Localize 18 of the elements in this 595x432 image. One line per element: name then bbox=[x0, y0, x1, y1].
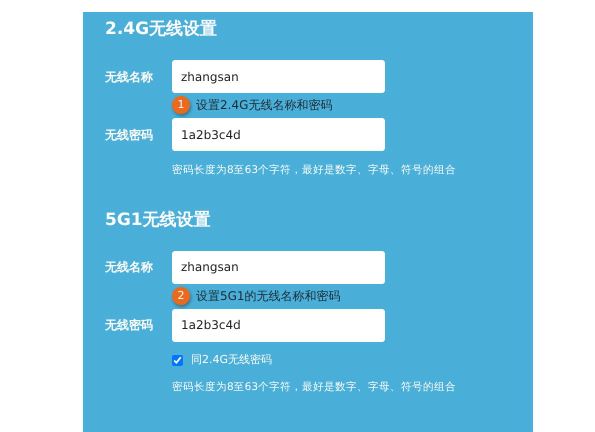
checkbox-label: 同2.4G无线密码 bbox=[191, 352, 272, 368]
field-label: 无线密码 bbox=[105, 126, 154, 144]
step-number-badge: 1 bbox=[172, 96, 190, 114]
hint-text: 密码长度为8至63个字符，最好是数字、字母、符号的组合 bbox=[172, 380, 458, 396]
step-annotation: 设置2.4G无线名称和密码 bbox=[196, 97, 332, 114]
step-annotation: 设置5G1的无线名称和密码 bbox=[196, 288, 341, 305]
section-heading: 2.4G无线设置 bbox=[105, 18, 218, 40]
section-heading: 5G1无线设置 bbox=[105, 208, 212, 231]
step-number-badge: 2 bbox=[172, 286, 190, 305]
input-field[interactable]: zhangsan bbox=[172, 60, 385, 94]
hint-text: 密码长度为8至63个字符，最好是数字、字母、符号的组合 bbox=[172, 163, 458, 178]
input-field[interactable]: 1a2b3c4d bbox=[172, 308, 385, 342]
field-label: 无线名称 bbox=[105, 259, 154, 276]
input-field[interactable]: 1a2b3c4d bbox=[172, 118, 385, 152]
field-label: 无线密码 bbox=[105, 317, 154, 334]
checkbox[interactable] bbox=[172, 354, 183, 366]
field-label: 无线名称 bbox=[105, 68, 154, 86]
input-field[interactable]: zhangsan bbox=[172, 250, 385, 284]
